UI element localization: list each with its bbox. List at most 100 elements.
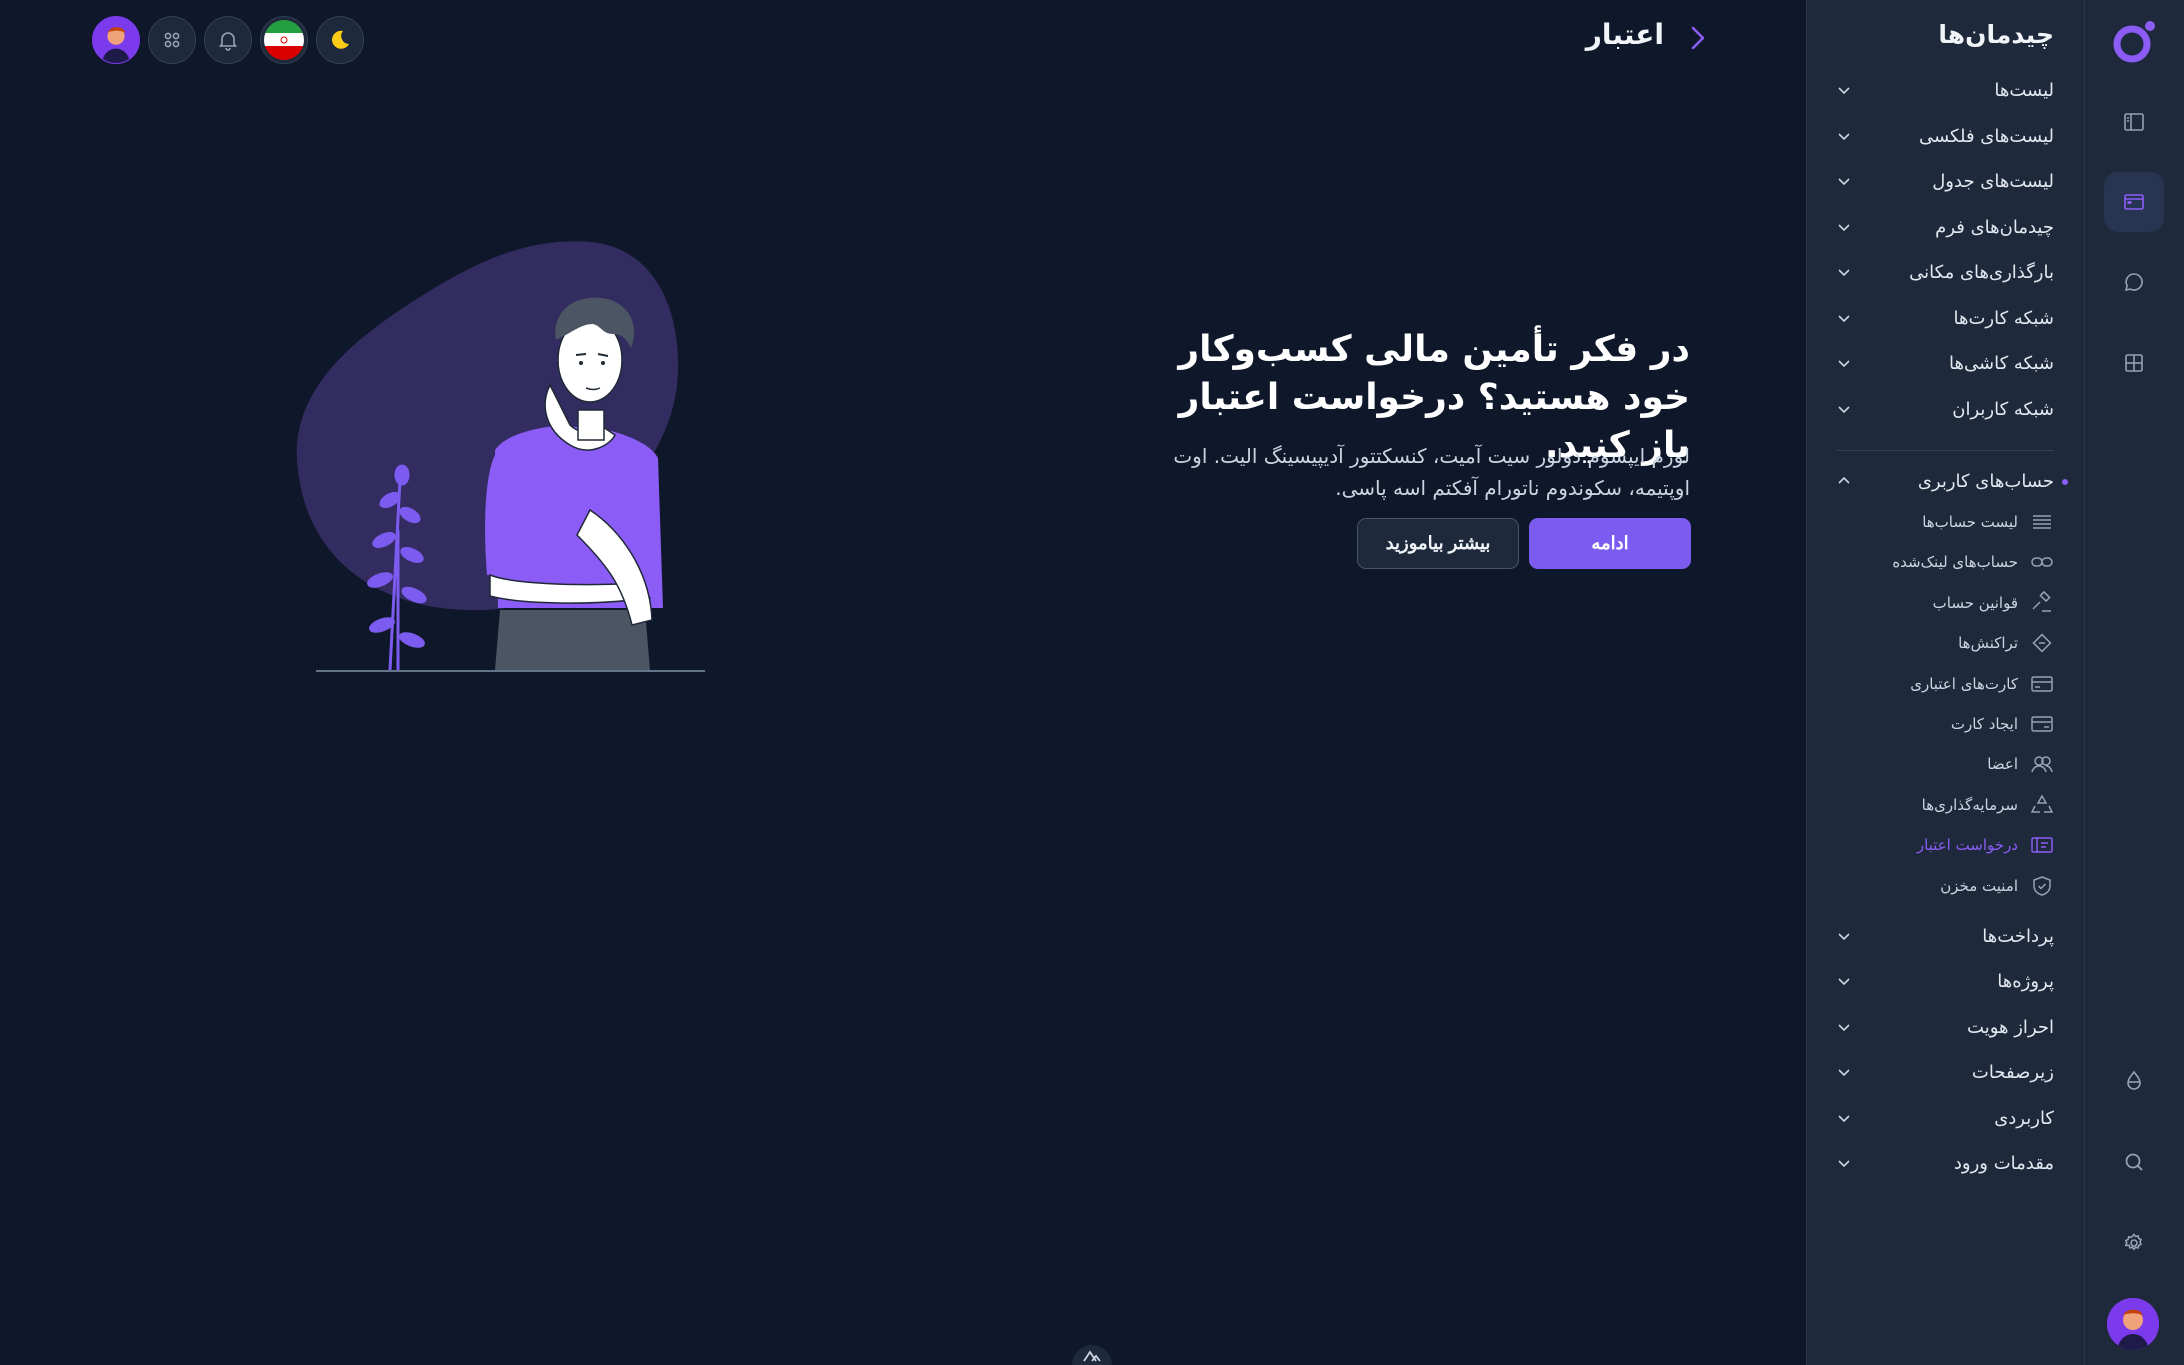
user-avatar-button[interactable]	[92, 16, 140, 64]
nuxt-logo-icon	[1072, 1345, 1112, 1365]
submenu-item-vault-security[interactable]: امنیت مخزن	[1940, 871, 2054, 901]
active-section-dot	[2062, 479, 2068, 485]
menu-item-authentication[interactable]: احراز هویت	[1836, 1007, 2054, 1047]
submenu-item-label: اعضا	[1987, 755, 2018, 773]
menu-item-tile-grid[interactable]: شبکه کاشی‌ها	[1836, 343, 2054, 383]
notifications-button[interactable]	[204, 16, 252, 64]
menu-item-placeloads[interactable]: بارگذاری‌های مکانی	[1836, 252, 2054, 292]
menu-item-label: چیدمان‌های فرم	[1935, 216, 2054, 238]
sidebar-menu: چیدمان‌ها لیست‌ها لیست‌های فلکسی لیست‌ها…	[1806, 0, 2084, 1365]
learn-more-button[interactable]: بیشتر بیاموزید	[1357, 518, 1519, 569]
transactions-icon	[2032, 633, 2052, 653]
rail-user-avatar[interactable]	[2107, 1298, 2159, 1350]
chevron-down-icon	[1838, 269, 1850, 277]
menu-item-flex-lists[interactable]: لیست‌های فلکسی	[1836, 116, 2054, 156]
thinking-man-illustration	[296, 241, 705, 672]
submenu-item-label: درخواست اعتبار	[1916, 836, 2018, 854]
shield-icon	[2033, 876, 2051, 896]
layout-icon	[2124, 194, 2144, 210]
avatar-icon	[93, 17, 139, 63]
page-title: اعتبار	[1585, 18, 1664, 51]
rail-theme-drop-button[interactable]	[2104, 1051, 2164, 1111]
submenu-item-linked-accounts[interactable]: حساب‌های لینک‌شده	[1892, 547, 2054, 577]
chevron-up-icon	[1838, 476, 1850, 484]
recycle-icon	[2030, 794, 2054, 813]
menu-item-label: لیست‌های جدول	[1932, 170, 2054, 192]
bell-icon	[218, 32, 238, 51]
apps-grid-icon	[164, 32, 180, 48]
menu-item-label: زیرصفحات	[1971, 1061, 2054, 1083]
moon-icon	[332, 30, 349, 49]
submenu-item-label: لیست حساب‌ها	[1922, 513, 2018, 531]
submenu-item-account-rules[interactable]: قوانین حساب	[1933, 588, 2054, 618]
icon-rail	[2084, 0, 2184, 1365]
submenu-item-transactions[interactable]: تراکنش‌ها	[1958, 628, 2054, 658]
link-icon	[2031, 557, 2053, 567]
menu-item-user-grid[interactable]: شبکه کاربران	[1836, 389, 2054, 429]
submenu-item-label: کارت‌های اعتباری	[1910, 675, 2018, 693]
rail-grid-button[interactable]	[2104, 333, 2164, 393]
submenu-item-investments[interactable]: سرمایه‌گذاری‌ها	[1922, 790, 2054, 820]
menu-item-subpages[interactable]: زیرصفحات	[1836, 1052, 2054, 1092]
sidebar-divider	[1836, 450, 2054, 451]
app-logo-icon[interactable]	[2110, 18, 2158, 66]
menu-item-label: احراز هویت	[1967, 1016, 2054, 1038]
submenu-item-credit-cards[interactable]: کارت‌های اعتباری	[1910, 669, 2054, 699]
credit-request-icon	[2031, 837, 2053, 853]
chevron-down-icon	[1838, 87, 1850, 95]
menu-item-label: شبکه کارت‌ها	[1953, 307, 2055, 329]
drop-icon	[2127, 1070, 2141, 1090]
submenu-item-account-list[interactable]: لیست حساب‌ها	[1922, 507, 2054, 537]
chevron-back-icon[interactable]	[1684, 24, 1712, 52]
continue-button[interactable]: ادامه	[1529, 518, 1691, 569]
submenu-item-create-card[interactable]: ایجاد کارت	[1951, 709, 2054, 739]
menu-item-form-layouts[interactable]: چیدمان‌های فرم	[1836, 207, 2054, 247]
avatar-icon	[2107, 1298, 2159, 1350]
chevron-down-icon	[1838, 360, 1850, 368]
chevron-down-icon	[1838, 1069, 1850, 1077]
hero-description: لورم ایپسوم دولور سیت آمیت، کنسکتتور آدی…	[1173, 444, 1690, 500]
chevron-down-icon	[1838, 1160, 1850, 1168]
sidebar-title: چیدمان‌ها	[1938, 20, 2054, 49]
apps-button[interactable]	[148, 16, 196, 64]
language-button[interactable]	[260, 16, 308, 64]
menu-item-accounts[interactable]: حساب‌های کاربری	[1836, 461, 2054, 501]
menu-item-onboarding[interactable]: مقدمات ورود	[1836, 1143, 2054, 1183]
submenu-item-credit-request[interactable]: درخواست اعتبار	[1917, 830, 2054, 860]
rail-messages-button[interactable]	[2104, 252, 2164, 312]
sidebar-panel-icon	[2124, 113, 2144, 131]
submenu-item-label: ایجاد کارت	[1950, 715, 2018, 733]
menu-item-label: شبکه کاربران	[1952, 398, 2054, 420]
list-icon	[2033, 515, 2051, 529]
menu-item-card-grid[interactable]: شبکه کارت‌ها	[1836, 298, 2054, 338]
grid-icon	[2125, 354, 2143, 372]
theme-toggle-button[interactable]	[316, 16, 364, 64]
submenu-item-label: تراکنش‌ها	[1958, 634, 2018, 652]
chevron-down-icon	[1838, 315, 1850, 323]
search-icon	[2125, 1153, 2143, 1171]
members-icon	[2031, 756, 2053, 773]
menu-item-utility[interactable]: کاربردی	[1836, 1098, 2054, 1138]
menu-item-label: لیست‌ها	[1994, 79, 2054, 101]
submenu-item-members[interactable]: اعضا	[1987, 749, 2054, 779]
chat-bubble-icon	[2124, 273, 2143, 292]
chevron-down-icon	[1838, 1024, 1850, 1032]
menu-item-table-lists[interactable]: لیست‌های جدول	[1836, 161, 2054, 201]
menu-item-lists[interactable]: لیست‌ها	[1836, 70, 2054, 110]
gear-icon	[2124, 1233, 2143, 1251]
rail-search-button[interactable]	[2104, 1132, 2164, 1192]
credit-card-icon	[2031, 676, 2053, 692]
chevron-down-icon	[1838, 1115, 1850, 1123]
menu-item-projects[interactable]: پروژه‌ها	[1836, 961, 2054, 1001]
menu-item-label: حساب‌های کاربری	[1917, 470, 2054, 492]
rail-settings-button[interactable]	[2104, 1213, 2164, 1273]
gavel-icon	[2032, 591, 2051, 612]
submenu-item-label: سرمایه‌گذاری‌ها	[1921, 796, 2018, 814]
menu-item-label: پروژه‌ها	[1997, 970, 2054, 992]
rail-layouts-button[interactable]	[2104, 172, 2164, 232]
chevron-down-icon	[1838, 933, 1850, 941]
menu-item-label: بارگذاری‌های مکانی	[1909, 261, 2054, 283]
menu-item-payments[interactable]: پرداخت‌ها	[1836, 916, 2054, 956]
rail-sidebar-toggle-button[interactable]	[2104, 92, 2164, 152]
chevron-down-icon	[1838, 133, 1850, 141]
